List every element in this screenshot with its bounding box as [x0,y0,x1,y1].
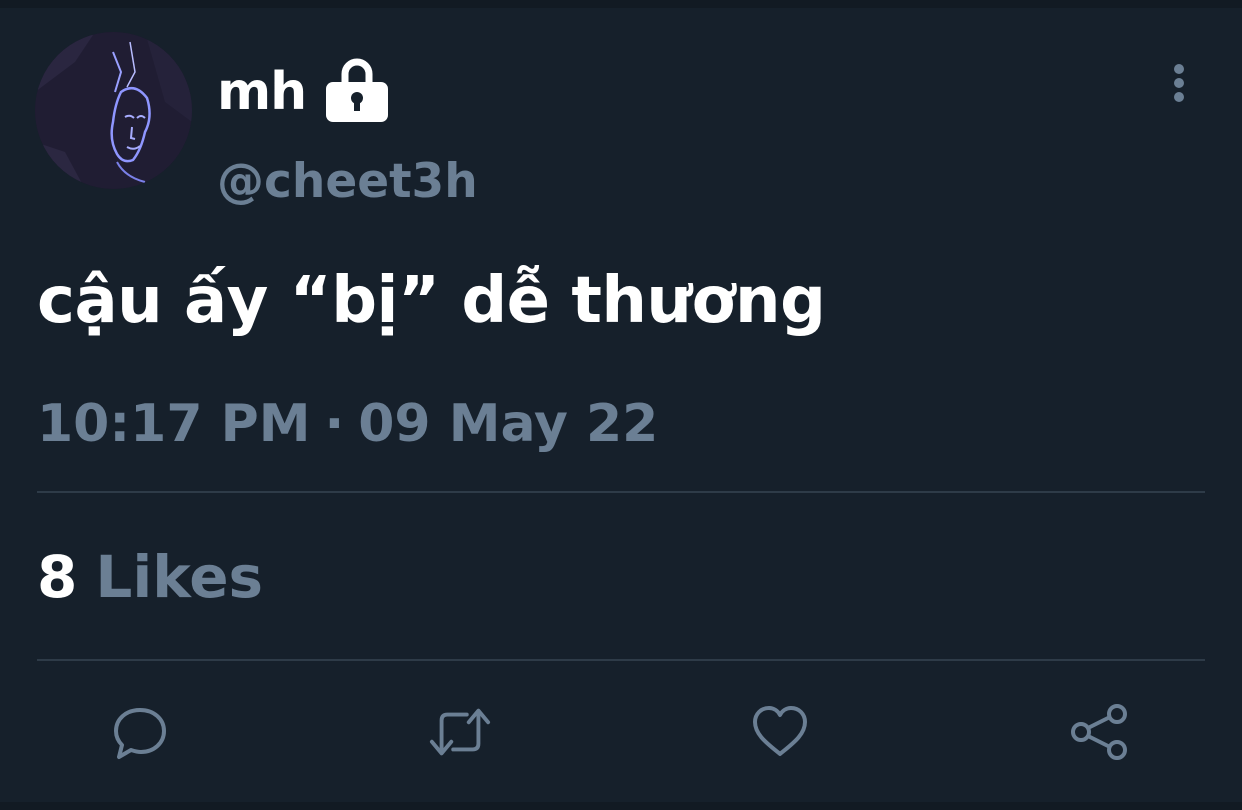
user-handle[interactable]: @cheet3h [217,158,478,205]
display-name[interactable]: mh [217,66,307,118]
likes-count: 8 [37,543,78,611]
tweet-date: 09 May 22 [358,394,659,454]
bottom-border [0,802,1242,810]
meta-separator: · [324,394,345,454]
divider [37,659,1205,661]
avatar[interactable] [35,32,192,189]
heart-icon [753,706,807,756]
tweet-time: 10:17 PM [37,394,311,454]
retweet-icon [429,708,491,756]
retweet-button[interactable] [428,700,492,764]
share-icon [1071,704,1127,760]
likes-stat[interactable]: 8 Likes [37,543,264,611]
likes-label: Likes [95,543,264,611]
name-row: mh [217,52,392,132]
divider [37,491,1205,493]
more-options-icon[interactable] [1162,62,1196,108]
reply-button[interactable] [108,700,172,764]
action-bar [0,700,1242,770]
top-border [0,0,1242,8]
tweet-timestamp: 10:17 PM · 09 May 22 [37,394,659,454]
lock-icon [322,54,392,124]
like-button[interactable] [748,700,812,764]
reply-icon [114,708,166,759]
share-button[interactable] [1068,700,1132,764]
tweet-text: cậu ấy “bị” dễ thương [37,264,826,338]
